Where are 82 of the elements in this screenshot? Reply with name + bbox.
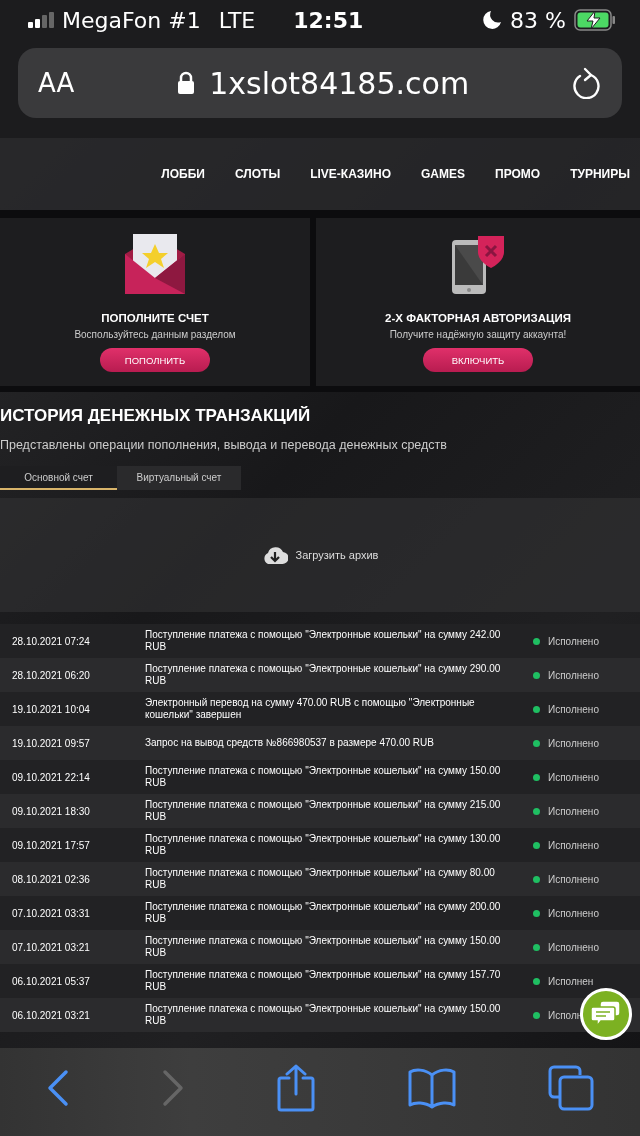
transaction-status: Исполнено — [548, 703, 599, 715]
transaction-status: Исполнено — [548, 941, 599, 953]
transaction-status: Исполнено — [548, 907, 599, 919]
status-dot — [533, 773, 540, 781]
card-button[interactable]: ПОПОЛНИТЬ — [100, 348, 210, 372]
transaction-description: Поступление платежа с помощью "Электронные кошельки" на сумму 242.00 RUB — [145, 629, 502, 653]
transaction-status: Исполнено — [548, 635, 599, 647]
status-dot — [533, 705, 540, 713]
status-dot — [533, 909, 540, 917]
transaction-status: Исполнен — [548, 975, 594, 987]
account-tab[interactable]: Виртуальный счет — [117, 466, 241, 490]
transaction-description: Поступление платежа с помощью "Электронные кошельки" на сумму 150.00 RUB — [145, 765, 502, 789]
status-dot — [533, 637, 540, 645]
transaction-date: 19.10.2021 10:04 — [11, 703, 91, 715]
card-title: ПОПОЛНИТЕ СЧЕТ — [101, 312, 209, 324]
transaction-date: 09.10.2021 18:30 — [11, 805, 91, 817]
status-dot — [533, 739, 540, 747]
transaction-status: Исполнено — [548, 873, 599, 885]
transaction-date: 09.10.2021 17:57 — [11, 839, 91, 851]
transaction-description: Поступление платежа с помощью "Электронные кошельки" на сумму 157.70 RUB — [145, 969, 502, 993]
transaction-description: Поступление платежа с помощью "Электронные кошельки" на сумму 150.00 RUB — [145, 1003, 502, 1027]
nav-link[interactable]: LIVE-КАЗИНО — [310, 167, 391, 181]
nav-link[interactable]: ЛОББИ — [161, 167, 205, 181]
nav-link[interactable]: GAMES — [421, 167, 465, 181]
status-dot — [533, 671, 540, 679]
transaction-description: Электронный перевод на сумму 470.00 RUB с помощью "Электронные кошельки" завершен — [145, 697, 476, 721]
nav-link[interactable]: СЛОТЫ — [235, 167, 281, 181]
transaction-status: Исполнено — [548, 771, 599, 783]
back-icon[interactable] — [45, 1068, 70, 1108]
phone-shield-icon — [450, 234, 506, 296]
transaction-date: 08.10.2021 02:36 — [11, 873, 91, 885]
bookmarks-icon[interactable] — [407, 1067, 458, 1109]
share-icon[interactable] — [275, 1064, 316, 1112]
card-title: 2-Х ФАКТОРНАЯ АВТОРИЗАЦИЯ — [385, 312, 571, 324]
battery-icon — [574, 9, 616, 31]
text-size-button[interactable]: AA — [38, 68, 75, 98]
nav-link[interactable]: ТУРНИРЫ — [570, 167, 630, 181]
transaction-status: Исполнено — [548, 805, 599, 817]
transaction-description: Поступление платежа с помощью "Электронные кошельки" на сумму 290.00 RUB — [145, 663, 502, 687]
transaction-status: Исполнено — [548, 669, 599, 681]
carrier-name: MegaFon #1 — [62, 7, 201, 33]
download-archive-button[interactable]: Загрузить архив — [261, 545, 379, 565]
section-subtitle: Представлены операции пополнения, вывода и перевода денежных средств — [0, 438, 448, 452]
battery-percent: 83 % — [510, 7, 566, 33]
transaction-date: 09.10.2021 22:14 — [11, 771, 91, 783]
transaction-date: 28.10.2021 07:24 — [11, 635, 91, 647]
status-dot — [533, 943, 540, 951]
section-title: ИСТОРИЯ ДЕНЕЖНЫХ ТРАНЗАКЦИЙ — [0, 406, 312, 426]
transaction-status: Исполнено — [548, 737, 599, 749]
transaction-date: 28.10.2021 06:20 — [11, 669, 91, 681]
transaction-description: Запрос на вывод средств №866980537 в размере 470.00 RUB — [145, 737, 435, 749]
clock-time: 12:51 — [293, 7, 364, 33]
network-type: LTE — [218, 7, 256, 33]
status-dot — [533, 807, 540, 815]
transaction-date: 06.10.2021 03:21 — [11, 1009, 91, 1021]
status-dot — [533, 977, 540, 985]
lock-icon — [177, 71, 196, 95]
transaction-description: Поступление платежа с помощью "Электронные кошельки" на сумму 200.00 RUB — [145, 901, 502, 925]
card-text: Получите надёжную защиту аккаунта! — [389, 329, 567, 340]
transaction-description: Поступление платежа с помощью "Электронные кошельки" на сумму 150.00 RUB — [145, 935, 502, 959]
status-dot — [533, 841, 540, 849]
card-text: Воспользуйтесь данным разделом — [74, 329, 236, 340]
transaction-description: Поступление платежа с помощью "Электронные кошельки" на сумму 80.00 RUB — [145, 867, 496, 891]
status-dot — [533, 875, 540, 883]
transaction-date: 06.10.2021 05:37 — [11, 975, 91, 987]
moon-icon — [482, 10, 503, 30]
transaction-date: 19.10.2021 09:57 — [11, 737, 91, 749]
status-dot — [533, 1011, 540, 1019]
cloud-download-icon — [261, 545, 288, 565]
transaction-description: Поступление платежа с помощью "Электронные кошельки" на сумму 130.00 RUB — [145, 833, 502, 857]
transaction-date: 07.10.2021 03:21 — [11, 941, 91, 953]
card-button[interactable]: ВКЛЮЧИТЬ — [423, 348, 533, 372]
nav-link[interactable]: ПРОМО — [495, 167, 541, 181]
transaction-description: Поступление платежа с помощью "Электронные кошельки" на сумму 215.00 RUB — [145, 799, 502, 823]
tabs-icon[interactable] — [548, 1065, 595, 1111]
transaction-status: Исполнено — [548, 839, 599, 851]
url-text: 1xslot84185.com — [209, 65, 470, 101]
signal-icon — [28, 12, 54, 28]
reload-icon[interactable] — [572, 67, 602, 99]
transaction-date: 07.10.2021 03:31 — [11, 907, 91, 919]
address-bar[interactable]: AA 1xslot84185.com — [18, 48, 622, 118]
envelope-icon — [123, 234, 187, 296]
